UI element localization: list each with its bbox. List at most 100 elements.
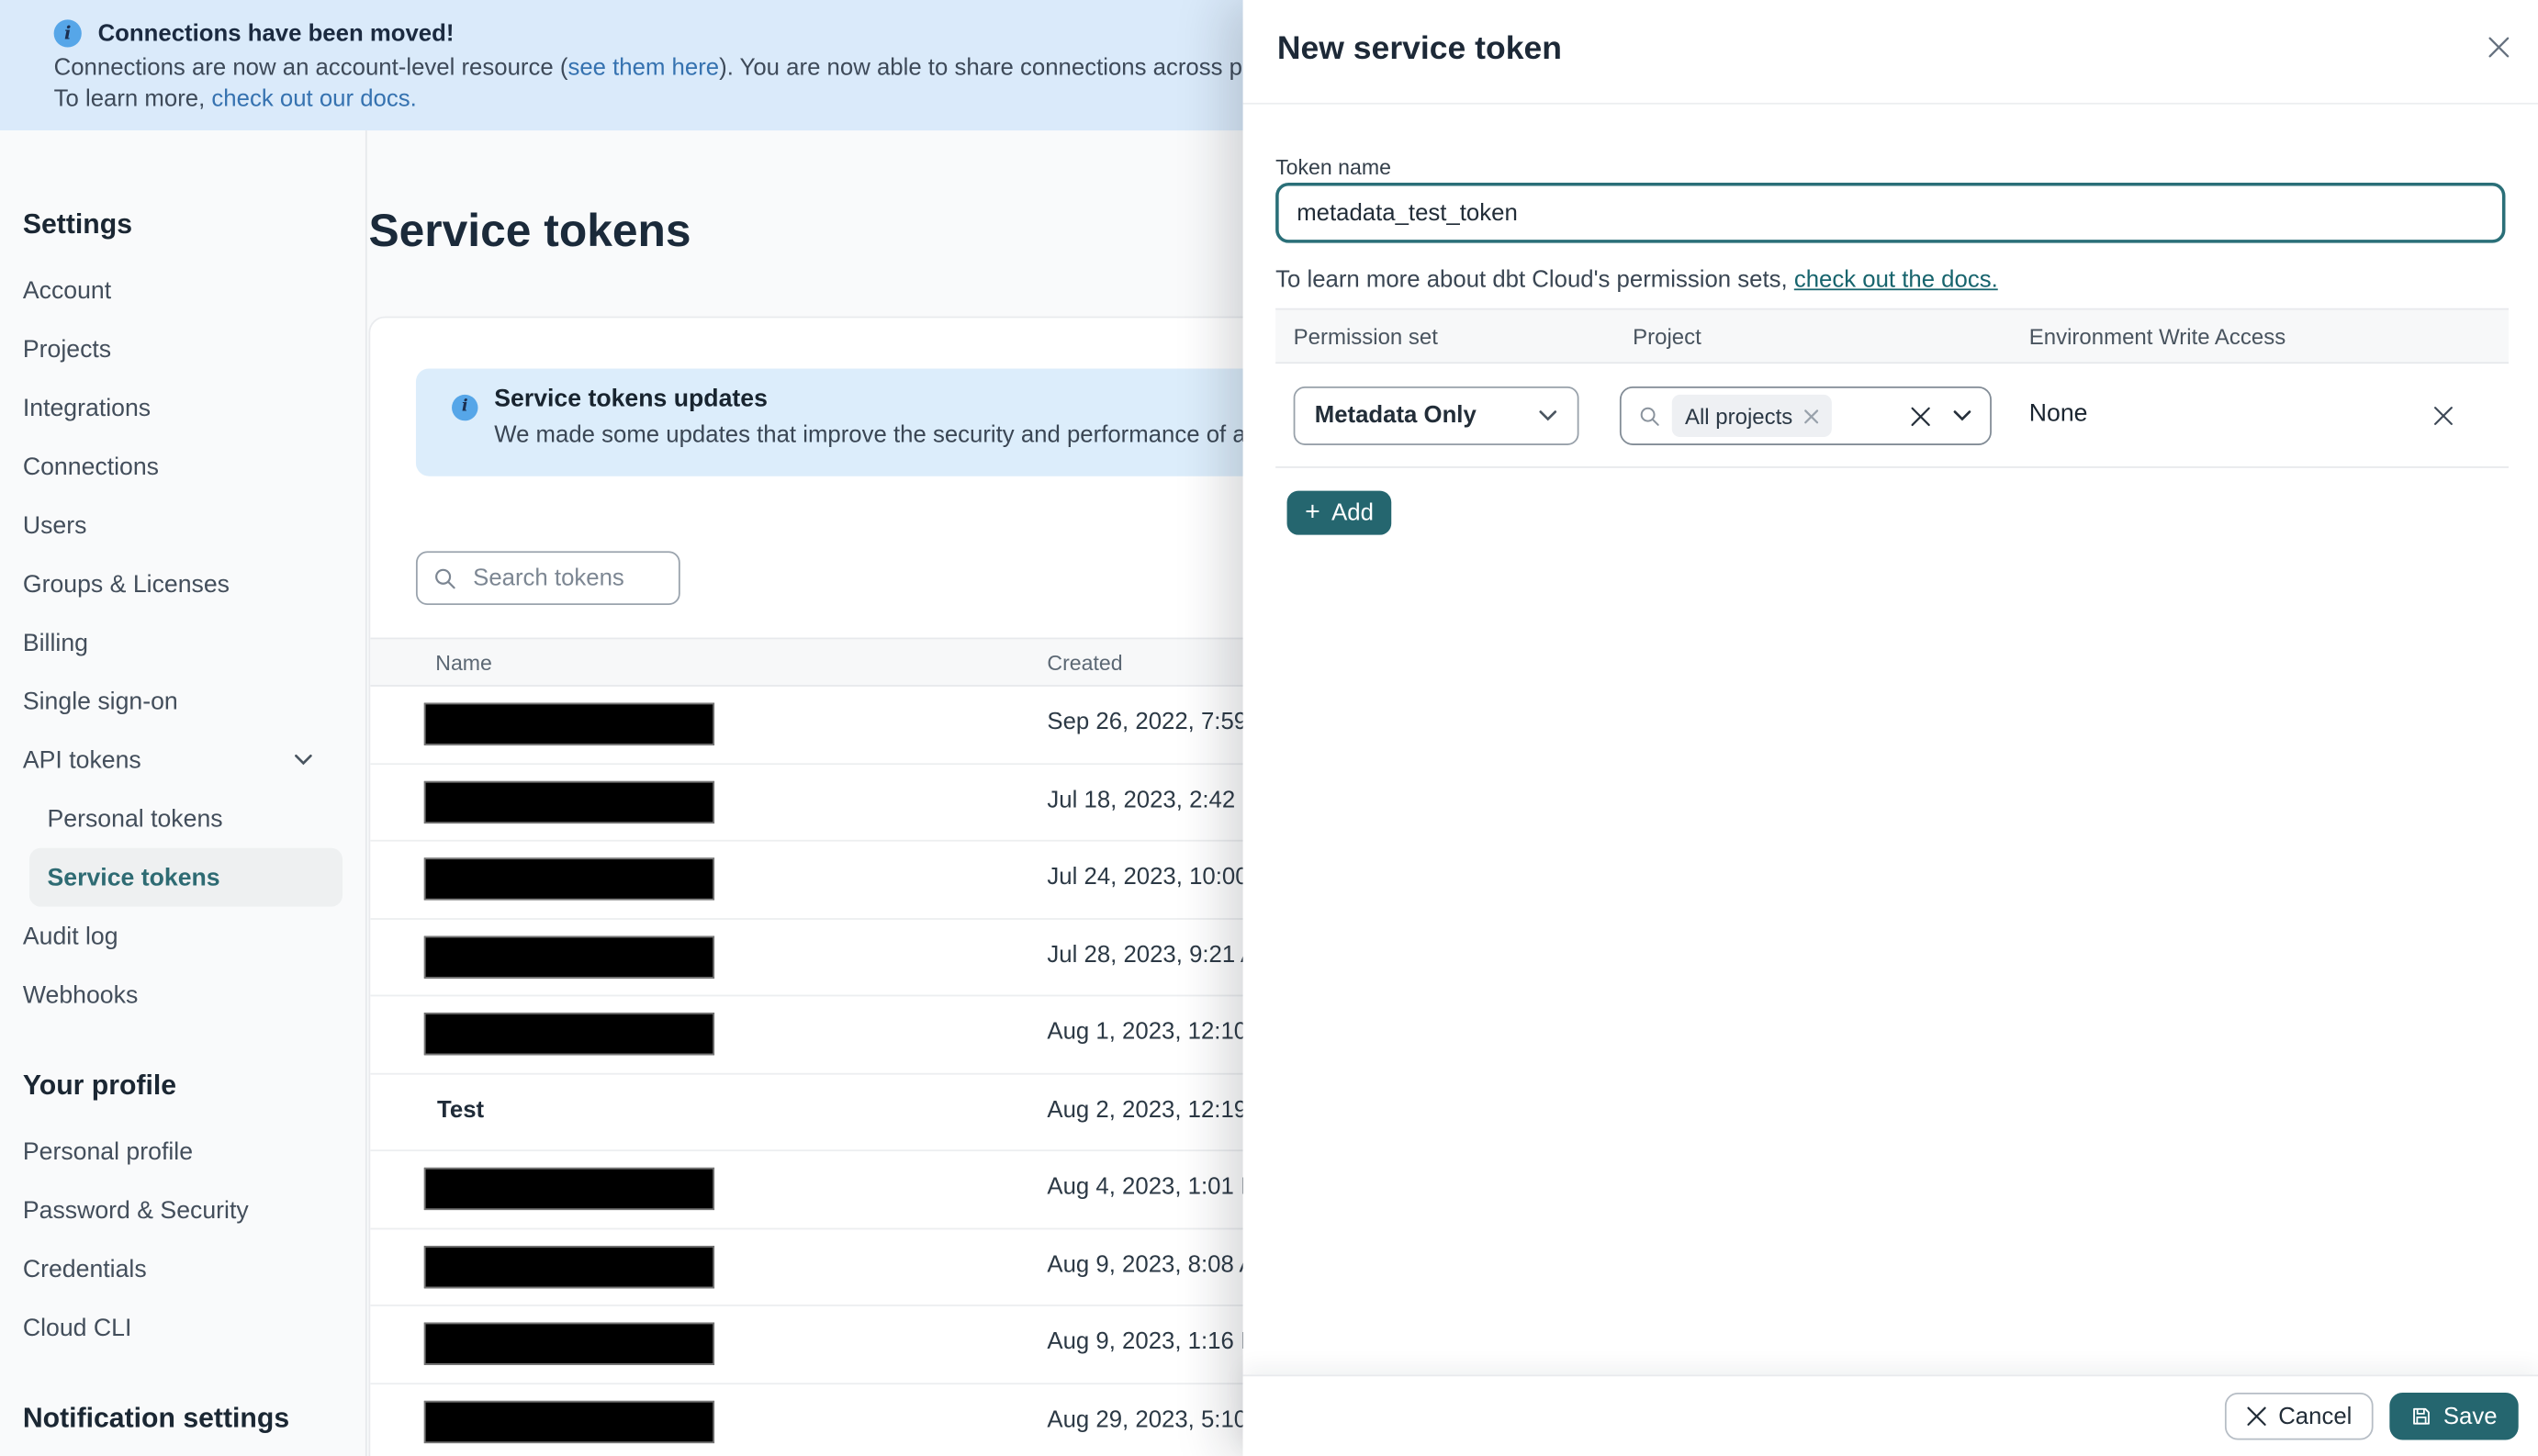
page-title: Service tokens [368,205,691,256]
sidebar-heading-notification-settings: Notification settings [22,1402,290,1434]
sidebar-item-label: Cloud CLI [22,1313,132,1342]
chevron-down-icon [1538,409,1557,422]
sidebar-item-cloud-cli[interactable]: Cloud CLI [23,1298,343,1357]
chevron-down-icon [1952,409,1971,422]
chevron-down-icon [294,754,313,767]
sidebar-item-password-security[interactable]: Password & Security [23,1181,343,1239]
help-text: To learn more about dbt Cloud's permissi… [1275,267,1794,294]
sidebar-item-billing[interactable]: Billing [23,613,343,672]
permission-row: Metadata Only All projects None [1275,364,2510,468]
sidebar-item-account[interactable]: Account [23,261,343,319]
sidebar-heading-settings: Settings [22,208,132,241]
remove-row-button[interactable] [2425,398,2461,433]
plus-icon: + [1305,498,1320,526]
redacted-token-name [423,779,715,823]
sidebar-item-users[interactable]: Users [23,496,343,554]
sidebar-heading-your-profile: Your profile [22,1070,177,1102]
banner-title: Connections have been moved! [97,21,455,48]
drawer-title: New service token [1276,30,1562,67]
permission-set-select[interactable]: Metadata Only [1293,386,1579,445]
sidebar-item-label: Billing [22,628,88,656]
sidebar-item-api-tokens[interactable]: API tokens [23,731,343,790]
permission-set-value: Metadata Only [1314,402,1477,430]
project-chip-label: All projects [1684,403,1793,429]
permission-set-column-header: Permission set [1293,324,1438,350]
environment-write-access-column-header: Environment Write Access [2028,324,2286,350]
sidebar-item-label: Single sign-on [22,687,178,715]
sidebar-item-label: Password & Security [22,1195,249,1225]
close-drawer-button[interactable] [2479,28,2519,67]
sidebar-item-label: API tokens [22,745,141,774]
sidebar-item-projects[interactable]: Projects [23,319,343,378]
search-icon [1640,406,1659,425]
sidebar-item-webhooks[interactable]: Webhooks [23,966,343,1025]
name-column-header: Name [435,650,492,676]
save-button[interactable]: Save [2389,1393,2519,1440]
sidebar-item-single-sign-on[interactable]: Single sign-on [23,672,343,731]
search-tokens-box [415,551,680,606]
redacted-token-name [423,1013,715,1056]
sidebar-item-label: Personal profile [22,1137,194,1166]
sidebar-item-audit-log[interactable]: Audit log [23,907,343,966]
check-out-docs-link[interactable]: check out the docs. [1794,267,1998,293]
redacted-token-name [423,1322,715,1365]
redacted-token-name [423,935,715,978]
token-name: Test [437,1096,485,1124]
redacted-token-name [423,1399,715,1443]
check-docs-link[interactable]: check out our docs. [211,86,416,112]
app-root: i Connections have been moved! Connectio… [0,0,2538,1456]
token-name-input[interactable] [1275,182,2506,243]
sidebar-profile-list: Personal profile Password & Security Crede… [23,1122,343,1357]
permission-table-header: Permission set Project Environment Write… [1275,308,2510,364]
redacted-token-name [423,702,715,745]
see-them-here-link[interactable]: see them here [567,55,719,81]
sidebar-item-label: Credentials [22,1254,147,1283]
close-icon [2434,407,2453,425]
add-permission-button[interactable]: + Add [1286,490,1392,535]
sidebar-settings-list: Account Projects Integrations Connections Us… [23,261,343,1024]
drawer-footer: Cancel Save [1242,1374,2538,1456]
sidebar-item-label: Connections [22,452,159,481]
sidebar-item-groups-licenses[interactable]: Groups & Licenses [23,554,343,613]
sidebar-item-connections[interactable]: Connections [23,437,343,496]
project-column-header: Project [1633,324,1701,350]
sidebar-item-integrations[interactable]: Integrations [23,378,343,437]
sidebar-item-service-tokens[interactable]: Service tokens [28,847,343,907]
banner-text: To learn more, [53,86,212,113]
banner-text: Connections are now an account-level res… [53,55,568,82]
sidebar-item-personal-tokens[interactable]: Personal tokens [23,790,343,848]
sidebar-item-label: Audit log [22,922,118,950]
clear-selection-icon[interactable] [1910,405,1931,426]
add-button-label: Add [1331,499,1374,526]
banner-body-line2: To learn more, check out our docs. [54,86,417,112]
new-service-token-drawer: New service token Token name To learn mo… [1242,0,2538,1456]
redacted-token-name [423,1167,715,1211]
search-icon [435,567,455,588]
sidebar-item-label: Projects [22,335,112,364]
info-icon: i [452,394,478,421]
info-icon: i [53,19,82,48]
redacted-token-name [423,1245,715,1288]
permission-sets-help-text: To learn more about dbt Cloud's permissi… [1275,267,1998,293]
sidebar-item-label: Users [22,510,87,540]
callout-title: Service tokens updates [494,385,768,413]
sidebar-item-label: Webhooks [22,980,139,1009]
sidebar-item-credentials[interactable]: Credentials [23,1239,343,1298]
save-button-label: Save [2443,1403,2498,1429]
project-multiselect[interactable]: All projects [1619,386,1992,445]
token-name-label: Token name [1275,154,1391,180]
environment-write-access-value: None [2028,399,2088,428]
chip-remove-icon[interactable] [1804,409,1819,423]
sidebar-item-label: Service tokens [47,863,220,891]
sidebar-item-label: Account [22,276,112,305]
drawer-header: New service token [1242,0,2538,105]
cancel-button-label: Cancel [2278,1403,2353,1429]
project-chip[interactable]: All projects [1671,394,1832,438]
cancel-button[interactable]: Cancel [2224,1393,2374,1440]
save-icon [2413,1407,2430,1425]
created-column-header: Created [1047,650,1123,676]
sidebar-item-label: Groups & Licenses [22,569,230,599]
sidebar-item-personal-profile[interactable]: Personal profile [23,1122,343,1181]
sidebar-item-label: Integrations [22,393,152,422]
search-input[interactable] [469,563,663,593]
